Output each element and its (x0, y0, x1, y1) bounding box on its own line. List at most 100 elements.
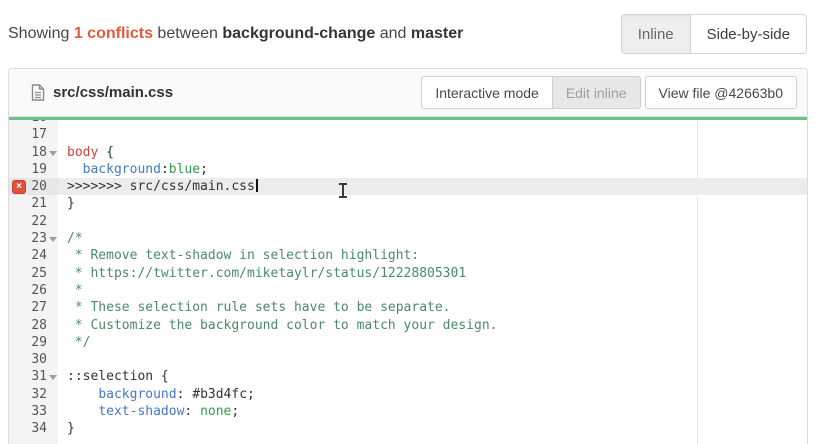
line-number: 21 (31, 196, 47, 211)
code-line-text[interactable]: } (58, 420, 75, 437)
code-line[interactable]: 18 body { (9, 144, 807, 161)
conflict-summary-bar: Showing 1 conflicts between background-c… (0, 0, 816, 68)
gutter-cell[interactable]: 29 (9, 334, 58, 351)
code-line[interactable]: 17 (9, 126, 807, 143)
code-line[interactable]: 34} (9, 420, 807, 437)
line-number: 20 (31, 179, 47, 194)
edit-inline-button[interactable]: Edit inline (553, 76, 641, 109)
gutter-cell[interactable]: 18 (9, 144, 58, 161)
code-line[interactable]: 30 (9, 351, 807, 368)
conflict-count: 1 conflicts (74, 25, 153, 42)
line-number: 33 (31, 404, 47, 419)
line-number: 22 (31, 214, 47, 229)
gutter-cell[interactable]: 28 (9, 317, 58, 334)
file-header: src/css/main.css Interactive mode Edit i… (9, 69, 807, 117)
summary-and: and (380, 25, 407, 42)
code-line-text[interactable]: * (58, 282, 83, 299)
gutter-cell[interactable]: 33 (9, 403, 58, 420)
fold-toggle-icon[interactable] (49, 151, 57, 156)
code-line-text[interactable] (58, 126, 67, 143)
line-number: 16 (31, 120, 47, 125)
code-line-text[interactable]: >>>>>>> src/css/main.css (58, 178, 258, 195)
gutter-cell[interactable]: 30 (9, 351, 58, 368)
summary-prefix: Showing (8, 25, 69, 42)
summary-between: between (157, 25, 218, 42)
ibeam-mouse-cursor (338, 183, 347, 198)
gutter-cell[interactable]: 23 (9, 230, 58, 247)
line-number: 29 (31, 335, 47, 350)
line-number: 27 (31, 300, 47, 315)
gutter-cell[interactable]: × 20 (9, 178, 58, 195)
source-branch-name: background-change (222, 25, 375, 42)
code-line-text[interactable]: * Customize the background color to matc… (58, 317, 497, 334)
code-line-text[interactable]: * Remove text-shadow in selection highli… (58, 247, 419, 264)
code-line[interactable]: 27 * These selection rule sets have to b… (9, 299, 807, 316)
code-line-text[interactable]: body { (58, 144, 114, 161)
code-line-text[interactable] (58, 351, 67, 368)
gutter-cell[interactable]: 25 (9, 265, 58, 282)
code-line-text[interactable]: */ (58, 334, 90, 351)
code-line-text[interactable]: * These selection rule sets have to be s… (58, 299, 451, 316)
edit-mode-toggle: Interactive mode Edit inline (421, 76, 640, 109)
code-line-text[interactable]: background:blue; (58, 161, 208, 178)
gutter-cell[interactable]: 17 (9, 126, 58, 143)
code-line-text[interactable] (58, 213, 67, 230)
line-number: 32 (31, 387, 47, 402)
line-number: 28 (31, 318, 47, 333)
interactive-mode-button[interactable]: Interactive mode (421, 76, 553, 109)
code-line-text[interactable]: background: #b3d4fc; (58, 386, 255, 403)
view-mode-toggle: Inline Side-by-side (621, 14, 807, 54)
code-editor[interactable]: 161718body {19 background:blue;×20>>>>>>… (9, 120, 807, 444)
gutter-cell[interactable]: 26 (9, 282, 58, 299)
code-line-text[interactable]: ::selection { (58, 368, 169, 385)
line-number: 24 (31, 248, 47, 263)
gutter-cell[interactable]: 22 (9, 213, 58, 230)
gutter-cell[interactable]: 21 (9, 195, 58, 212)
code-lines: 161718body {19 background:blue;×20>>>>>>… (9, 120, 807, 438)
gutter-cell[interactable]: 32 (9, 386, 58, 403)
fold-toggle-icon[interactable] (49, 375, 57, 380)
line-number: 31 (31, 369, 47, 384)
code-line-text[interactable]: } (58, 195, 75, 212)
line-number: 30 (31, 352, 47, 367)
target-branch-name: master (411, 25, 463, 42)
view-file-button[interactable]: View file @42663b0 (645, 76, 797, 109)
gutter-cell[interactable]: 27 (9, 299, 58, 316)
code-line-text[interactable]: text-shadow: none; (58, 403, 239, 420)
gutter-cell[interactable]: 24 (9, 247, 58, 264)
code-line[interactable]: 31::selection { (9, 368, 807, 385)
line-number: 17 (31, 127, 47, 142)
code-line-text[interactable]: /* (58, 230, 83, 247)
file-header-actions: Interactive mode Edit inline View file @… (421, 76, 797, 109)
line-number: 34 (31, 421, 47, 436)
gutter-cell[interactable]: 19 (9, 161, 58, 178)
code-line[interactable]: 19 background:blue; (9, 161, 807, 178)
file-icon (31, 84, 45, 101)
error-icon: × (12, 180, 26, 194)
code-line[interactable]: 33 text-shadow: none; (9, 403, 807, 420)
file-panel: src/css/main.css Interactive mode Edit i… (8, 68, 808, 444)
line-number: 23 (31, 231, 47, 246)
inline-view-button[interactable]: Inline (621, 14, 691, 54)
text-caret (256, 179, 258, 192)
code-line[interactable]: 24 * Remove text-shadow in selection hig… (9, 247, 807, 264)
conflict-summary-text: Showing 1 conflicts between background-c… (8, 25, 463, 43)
line-number: 19 (31, 162, 47, 177)
gutter-cell[interactable]: 34 (9, 420, 58, 437)
code-line[interactable]: 23 /* (9, 230, 807, 247)
code-line[interactable]: 28 * Customize the background color to m… (9, 317, 807, 334)
code-line[interactable]: 22 (9, 213, 807, 230)
fold-toggle-icon[interactable] (49, 237, 57, 242)
line-number: 18 (31, 145, 47, 160)
gutter-cell[interactable]: 31 (9, 368, 58, 385)
code-line-text[interactable]: * https://twitter.com/miketaylr/status/1… (58, 265, 466, 282)
code-line[interactable]: 29 */ (9, 334, 807, 351)
code-line[interactable]: 26 * (9, 282, 807, 299)
file-path: src/css/main.css (53, 84, 173, 101)
line-number: 26 (31, 283, 47, 298)
code-line[interactable]: 25 * https://twitter.com/miketaylr/statu… (9, 265, 807, 282)
code-line[interactable]: 32 background: #b3d4fc; (9, 386, 807, 403)
code-line[interactable]: × 20 >>>>>>> src/css/main.css (9, 178, 807, 195)
side-by-side-view-button[interactable]: Side-by-side (691, 14, 807, 54)
code-line[interactable]: 21} (9, 195, 807, 212)
